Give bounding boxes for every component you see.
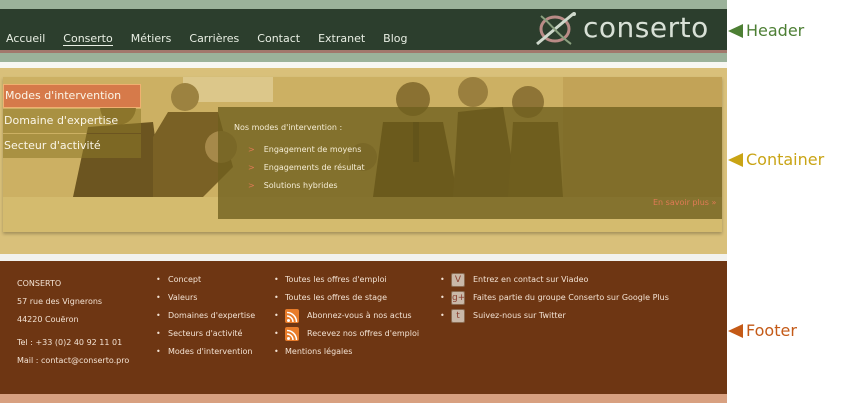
rss-icon[interactable] xyxy=(285,327,299,341)
main-nav: Accueil Conserto Métiers Carrières Conta… xyxy=(6,32,408,46)
nav-item-contact[interactable]: Contact xyxy=(257,32,300,46)
chevron-right-icon: > xyxy=(248,163,255,172)
nav-item-metiers[interactable]: Métiers xyxy=(131,32,172,46)
footer-link-google-plus[interactable]: Faites partie du groupe Conserto sur Goo… xyxy=(473,293,669,303)
nav-item-conserto[interactable]: Conserto xyxy=(63,32,113,46)
callout-label: Footer xyxy=(746,321,797,340)
list-item[interactable]: > Engagement de moyens xyxy=(248,145,361,155)
google-plus-icon[interactable]: g+ xyxy=(451,291,465,305)
footer-phone: Tel : +33 (0)2 40 92 11 01 xyxy=(17,338,123,347)
bullet-icon: • xyxy=(274,275,279,284)
bullet-icon: • xyxy=(274,329,279,338)
footer-address-city: 44220 Couëron xyxy=(17,315,79,324)
footer-link-mentions[interactable]: Mentions légales xyxy=(285,347,352,357)
rss-icon[interactable] xyxy=(285,309,299,323)
logo-text: conserto xyxy=(583,11,709,44)
nav-item-accueil[interactable]: Accueil xyxy=(6,32,45,46)
header-top-band xyxy=(0,0,727,9)
logo-mark-icon xyxy=(536,12,576,46)
menu-item-modes[interactable]: Modes d'intervention xyxy=(3,84,141,108)
arrow-left-icon xyxy=(728,153,743,167)
read-more-link[interactable]: En savoir plus » xyxy=(653,198,716,208)
bullet-icon: • xyxy=(156,347,161,356)
footer-link-offres-emploi[interactable]: Toutes les offres d'emploi xyxy=(285,275,387,285)
bullet-icon: • xyxy=(156,311,161,320)
viadeo-icon[interactable]: V xyxy=(451,273,465,287)
footer-link-modes[interactable]: Modes d'intervention xyxy=(168,347,252,357)
footer-link-domaines[interactable]: Domaines d'expertise xyxy=(168,311,255,321)
menu-item-secteur[interactable]: Secteur d'activité xyxy=(3,134,141,158)
callout-header: Header xyxy=(728,21,804,41)
footer-link-valeurs[interactable]: Valeurs xyxy=(168,293,197,303)
nav-item-carrieres[interactable]: Carrières xyxy=(189,32,239,46)
nav-item-extranet[interactable]: Extranet xyxy=(318,32,365,46)
logo[interactable]: conserto xyxy=(533,10,723,48)
chevron-right-icon: > xyxy=(248,181,255,190)
nav-item-blog[interactable]: Blog xyxy=(383,32,407,46)
footer-link-concept[interactable]: Concept xyxy=(168,275,201,285)
bullet-icon: • xyxy=(156,275,161,284)
bullet-icon: • xyxy=(440,293,445,302)
list-item-label: Solutions hybrides xyxy=(263,181,338,190)
bullet-icon: • xyxy=(274,311,279,320)
side-menu: Modes d'intervention Domaine d'expertise… xyxy=(3,84,141,159)
footer-link-twitter[interactable]: Suivez-nous sur Twitter xyxy=(473,311,566,321)
footer-company: CONSERTO xyxy=(17,279,62,288)
callout-footer: Footer xyxy=(728,321,797,341)
bullet-icon: • xyxy=(274,293,279,302)
twitter-icon[interactable]: t xyxy=(451,309,465,323)
list-item-label: Engagements de résultat xyxy=(263,163,365,172)
chevron-right-icon: > xyxy=(248,145,255,154)
bullet-icon: • xyxy=(440,311,445,320)
bullet-icon: • xyxy=(274,347,279,356)
modes-intro: Nos modes d'intervention : xyxy=(234,123,343,132)
list-item[interactable]: > Engagements de résultat xyxy=(248,163,365,173)
footer-link-offres-rss[interactable]: Recevez nos offres d'emploi xyxy=(307,329,419,339)
callout-container: Container xyxy=(728,150,824,170)
separator-bottom xyxy=(0,254,727,261)
callout-label: Header xyxy=(746,21,805,40)
list-item[interactable]: > Solutions hybrides xyxy=(248,181,338,191)
menu-item-domaine[interactable]: Domaine d'expertise xyxy=(3,109,141,133)
footer-address-street: 57 rue des Vignerons xyxy=(17,297,103,306)
footer-link-secteurs[interactable]: Secteurs d'activité xyxy=(168,329,242,339)
footer-email[interactable]: Mail : contact@conserto.pro xyxy=(17,356,129,366)
arrow-left-icon xyxy=(728,324,743,338)
bullet-icon: • xyxy=(440,275,445,284)
footer-bottom-band xyxy=(0,394,727,403)
footer-link-viadeo[interactable]: Entrez en contact sur Viadeo xyxy=(473,275,588,285)
list-item-label: Engagement de moyens xyxy=(263,145,362,154)
footer-link-actus[interactable]: Abonnez-vous à nos actus xyxy=(307,311,412,321)
bullet-icon: • xyxy=(156,293,161,302)
header-bottom-band xyxy=(0,53,727,62)
website-mockup: Accueil Conserto Métiers Carrières Conta… xyxy=(0,0,727,403)
footer-link-offres-stage[interactable]: Toutes les offres de stage xyxy=(285,293,387,303)
callout-label: Container xyxy=(746,150,825,169)
bullet-icon: • xyxy=(156,329,161,338)
arrow-left-icon xyxy=(728,24,743,38)
